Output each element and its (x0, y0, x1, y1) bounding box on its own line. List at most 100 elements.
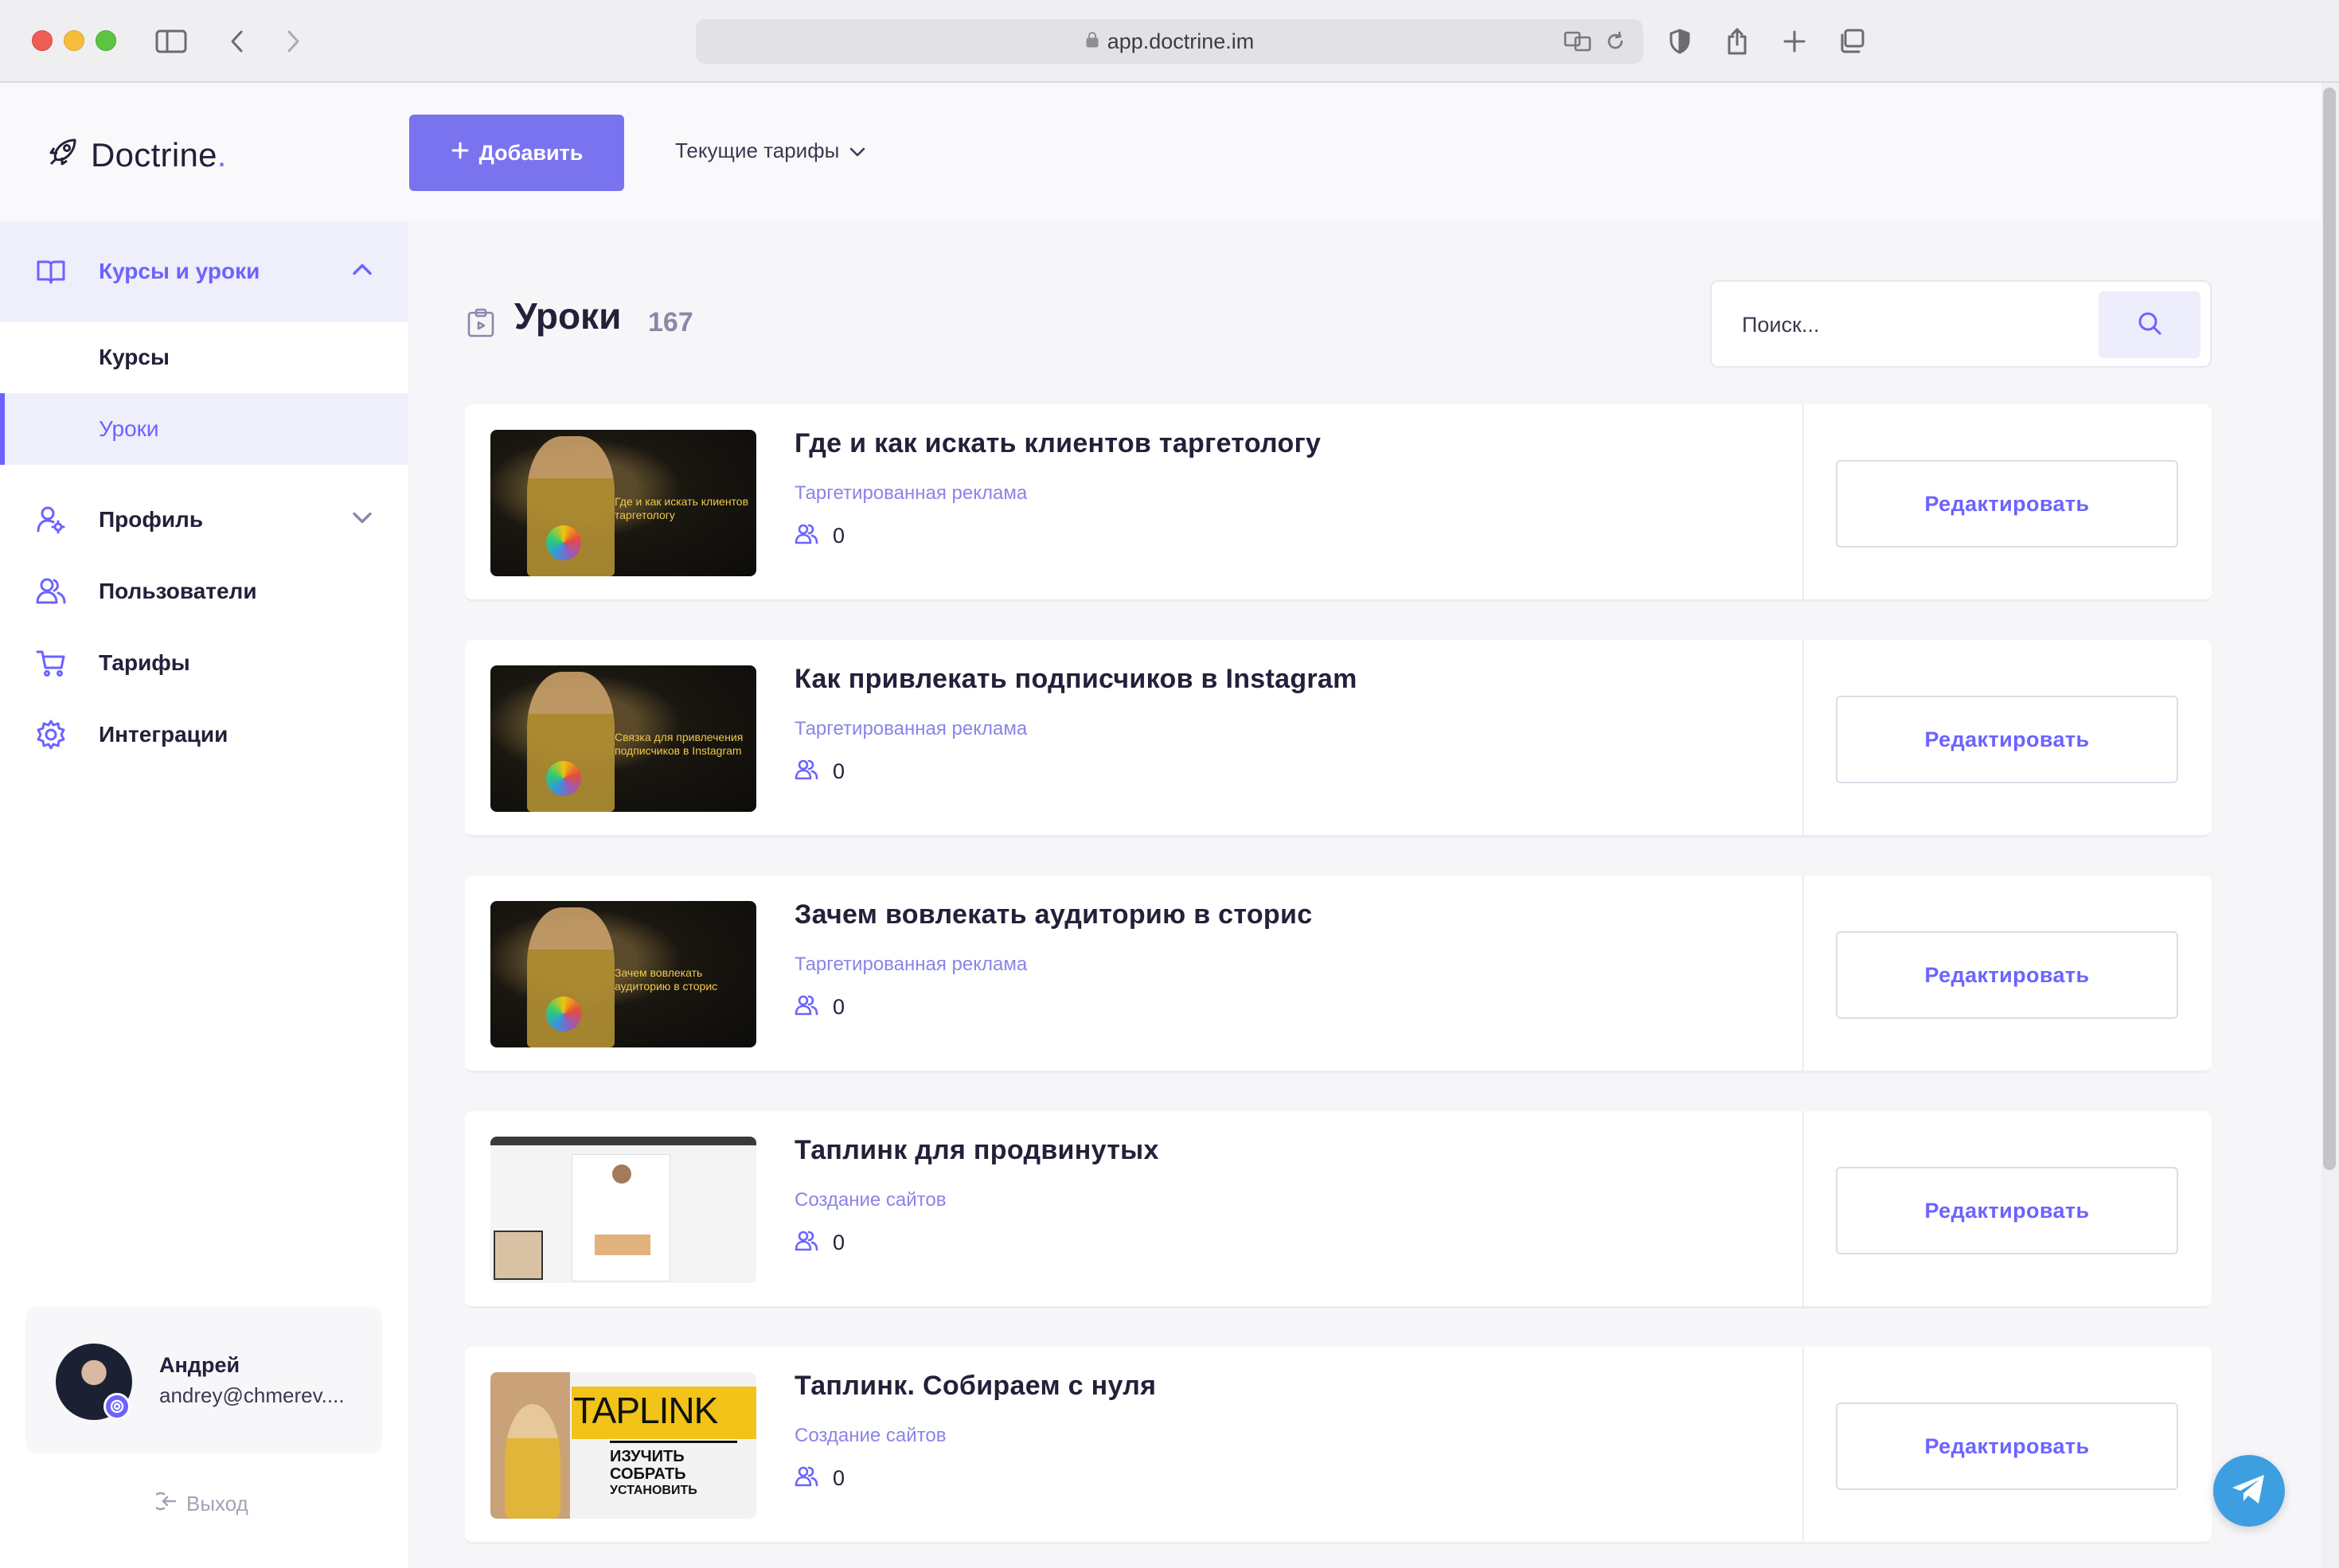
logout-icon (151, 1490, 178, 1518)
search-icon (2136, 310, 2163, 341)
translate-icon[interactable] (1564, 30, 1592, 57)
divider (1802, 640, 1804, 835)
edit-button-label: Редактировать (1924, 962, 2090, 987)
lessons-count: 167 (648, 307, 693, 337)
lesson-students: 0 (795, 522, 845, 550)
lesson-category: Таргетированная реклама (795, 954, 1028, 975)
edit-button[interactable]: Редактировать (1836, 931, 2178, 1019)
telegram-chat-button[interactable] (2213, 1455, 2285, 1527)
students-count: 0 (833, 1231, 845, 1254)
search-input[interactable] (1742, 306, 2092, 344)
search-box (1710, 280, 2212, 368)
lesson-thumbnail[interactable]: Связка для привлечения подписчиков в Ins… (490, 665, 756, 812)
edit-button-label: Редактировать (1924, 1198, 2090, 1223)
sidebar-item-label: Профиль (99, 507, 204, 532)
edit-button[interactable]: Редактировать (1836, 460, 2178, 548)
scrollbar-thumb[interactable] (2323, 88, 2336, 1170)
edit-button[interactable]: Редактировать (1836, 1402, 2178, 1490)
users-icon (35, 575, 67, 607)
user-icon (35, 504, 67, 536)
divider (1802, 876, 1804, 1071)
sidebar-item-courses[interactable]: Курсы (0, 322, 408, 393)
user-name: Андрей (159, 1353, 240, 1377)
search-button[interactable] (2099, 291, 2200, 358)
reload-icon[interactable] (1605, 30, 1626, 57)
lesson-thumbnail[interactable]: Зачем вовлекать аудиторию в сторис (490, 901, 756, 1047)
lesson-category: Таргетированная реклама (795, 718, 1028, 739)
thumbnail-line: УСТАНОВИТЬ (610, 1484, 697, 1497)
sidebar-group-courses[interactable]: Курсы и уроки (0, 221, 408, 322)
lesson-card: TAPLINK ИЗУЧИТЬ СОБРАТЬ УСТАНОВИТЬ Тапли… (465, 1347, 2212, 1544)
telegram-icon (2231, 1473, 2267, 1509)
plus-icon (451, 141, 470, 166)
users-icon (795, 758, 818, 786)
new-tab-icon[interactable] (1779, 24, 1810, 59)
gear-icon (35, 719, 67, 751)
students-count: 0 (833, 995, 845, 1019)
users-icon (795, 1465, 818, 1492)
sidebar-item-integrations[interactable]: Интеграции (0, 699, 408, 770)
divider (1802, 1111, 1804, 1306)
lesson-title[interactable]: Таплинк для продвинутых (795, 1135, 1159, 1166)
zoom-window-button[interactable] (96, 30, 116, 51)
logout-button[interactable]: Выход (151, 1490, 248, 1518)
thumbnail-caption: Зачем вовлекать аудиторию в сторис (615, 966, 718, 993)
back-icon[interactable] (221, 24, 253, 59)
lesson-thumbnail[interactable]: Где и как искать клиентов таргетологу (490, 430, 756, 576)
thumbnail-line: ИЗУЧИТЬ (610, 1448, 685, 1465)
sidebar-item-lessons[interactable]: Уроки (0, 393, 408, 465)
privacy-shield-icon[interactable] (1664, 24, 1696, 59)
lesson-title[interactable]: Зачем вовлекать аудиторию в сторис (795, 899, 1312, 930)
users-icon (795, 1229, 818, 1257)
sidebar-toggle-icon[interactable] (151, 24, 191, 59)
url-text: app.doctrine.im (1107, 29, 1255, 53)
lesson-card: Зачем вовлекать аудиторию в сторис Зачем… (465, 876, 2212, 1073)
logo[interactable]: Doctrine. (45, 135, 227, 174)
sidebar-item-label: Уроки (99, 416, 159, 441)
sidebar-item-profile[interactable]: Профиль (0, 484, 408, 556)
user-email: andrey@chmerev.... (159, 1383, 345, 1407)
forward-icon[interactable] (277, 24, 309, 59)
address-bar[interactable]: app.doctrine.im (696, 19, 1643, 64)
lesson-thumbnail[interactable] (490, 1137, 756, 1283)
add-button-label: Добавить (478, 140, 584, 165)
lessons-list: Где и как искать клиентов таргетологу Гд… (465, 404, 2212, 1568)
thumbnail-caption: Связка для привлечения подписчиков в Ins… (615, 731, 744, 757)
book-icon (35, 255, 67, 287)
page-title: Уроки (514, 295, 622, 337)
current-plans-label: Текущие тарифы (675, 138, 840, 162)
thumbnail-line: СОБРАТЬ (610, 1465, 686, 1483)
lock-icon (1085, 31, 1099, 53)
current-plans-dropdown[interactable]: Текущие тарифы (675, 138, 866, 163)
add-button[interactable]: Добавить (409, 115, 624, 191)
tabs-overview-icon[interactable] (1836, 24, 1868, 59)
user-card[interactable]: Андрей andrey@chmerev.... (25, 1307, 382, 1453)
lesson-title[interactable]: Где и как искать клиентов таргетологу (795, 428, 1321, 459)
lesson-title[interactable]: Таплинк. Собираем с нуля (795, 1371, 1156, 1402)
sidebar-item-users[interactable]: Пользователи (0, 556, 408, 627)
lesson-card: Таплинк для продвинутых Создание сайтов … (465, 1111, 2212, 1309)
browser-toolbar: app.doctrine.im (0, 0, 2339, 83)
students-count: 0 (833, 1466, 845, 1490)
close-window-button[interactable] (32, 30, 53, 51)
lesson-card: Где и как искать клиентов таргетологу Гд… (465, 404, 2212, 602)
settings-badge-icon (103, 1393, 131, 1420)
edit-button[interactable]: Редактировать (1836, 696, 2178, 783)
brand-area: Doctrine. (0, 83, 408, 221)
main-content: Уроки 167 Где и как искать клиентов тарг… (408, 221, 2321, 1568)
lesson-students: 0 (795, 1229, 845, 1257)
share-icon[interactable] (1721, 24, 1753, 59)
edit-button[interactable]: Редактировать (1836, 1167, 2178, 1254)
thumbnail-caption: Где и как искать клиентов таргетологу (615, 495, 749, 521)
lesson-thumbnail[interactable]: TAPLINK ИЗУЧИТЬ СОБРАТЬ УСТАНОВИТЬ (490, 1372, 756, 1519)
lesson-students: 0 (795, 758, 845, 786)
chevron-down-icon (849, 138, 866, 163)
minimize-window-button[interactable] (64, 30, 84, 51)
edit-button-label: Редактировать (1924, 491, 2090, 516)
cart-icon (35, 647, 67, 679)
sidebar-item-plans[interactable]: Тарифы (0, 627, 408, 699)
students-count: 0 (833, 524, 845, 548)
sidebar: Doctrine. Курсы и уроки Курсы Уроки Проф… (0, 83, 408, 1568)
lesson-title[interactable]: Как привлекать подписчиков в Instagram (795, 664, 1357, 695)
rocket-icon (45, 135, 80, 174)
